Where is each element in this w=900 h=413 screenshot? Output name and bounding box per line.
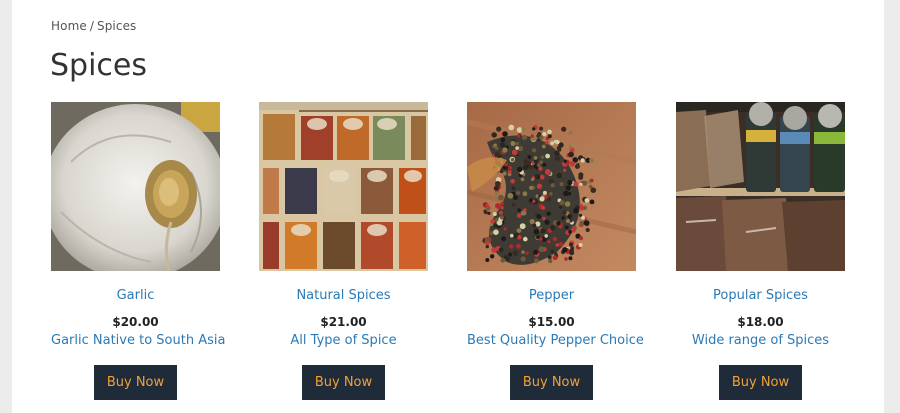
product-card: Popular Spices $18.00 Wide range of Spic…: [676, 102, 845, 402]
breadcrumb-home-link[interactable]: Home: [51, 19, 87, 33]
product-name-link[interactable]: Pepper: [467, 288, 636, 304]
product-card: Natural Spices $21.00 All Type of Spice …: [259, 102, 428, 402]
product-price: $21.00: [320, 315, 367, 329]
product-card: Garlic $20.00 Garlic Native to South Asi…: [51, 102, 226, 402]
product-image-popular-spices[interactable]: [676, 102, 845, 271]
product-image-natural-spices[interactable]: [259, 102, 428, 271]
breadcrumb-current: Spices: [97, 19, 137, 33]
page-container: Home / Spices Spices Garlic $20.00 Garli…: [12, 0, 884, 413]
product-image-pepper[interactable]: [467, 102, 636, 271]
breadcrumb-separator: /: [89, 19, 94, 33]
product-card: Pepper $15.00 Best Quality Pepper Choice…: [467, 102, 644, 402]
product-name-link[interactable]: Natural Spices: [259, 288, 428, 304]
buy-now-button[interactable]: Buy Now: [302, 365, 385, 400]
product-grid: Garlic $20.00 Garlic Native to South Asi…: [51, 102, 845, 402]
product-description: All Type of Spice: [290, 333, 397, 348]
product-description: Garlic Native to South Asia: [51, 333, 226, 348]
product-image-garlic[interactable]: [51, 102, 220, 271]
product-price: $18.00: [737, 315, 784, 329]
buy-now-button[interactable]: Buy Now: [510, 365, 593, 400]
product-price: $20.00: [112, 315, 159, 329]
product-description: Best Quality Pepper Choice: [467, 333, 644, 348]
buy-now-button[interactable]: Buy Now: [719, 365, 802, 400]
buy-now-button[interactable]: Buy Now: [94, 365, 177, 400]
product-name-link[interactable]: Garlic: [51, 288, 220, 304]
product-price: $15.00: [528, 315, 575, 329]
page-title: Spices: [50, 48, 148, 83]
product-description: Wide range of Spices: [691, 333, 830, 348]
breadcrumb: Home / Spices: [51, 19, 136, 33]
product-name-link[interactable]: Popular Spices: [676, 288, 845, 304]
